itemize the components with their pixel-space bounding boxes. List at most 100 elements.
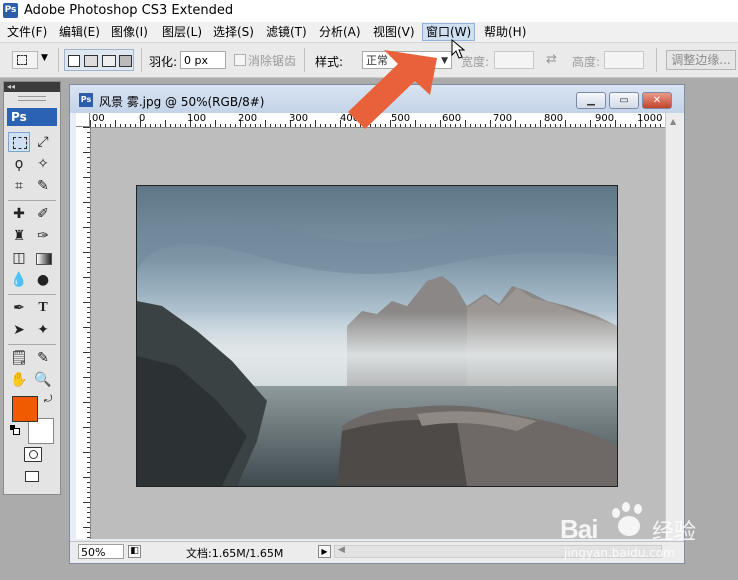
menu-file[interactable]: 文件(F) <box>4 24 50 40</box>
style-select[interactable]: 正常 ▼ <box>362 51 452 69</box>
maximize-icon: ▭ <box>619 95 629 106</box>
move-icon: ⤢ <box>37 134 49 150</box>
vertical-scrollbar[interactable]: ▲ <box>665 113 683 539</box>
eyedropper-slice-tool[interactable]: ✎ <box>32 176 54 196</box>
refine-edge-button[interactable]: 调整边缘... <box>666 50 736 70</box>
subtract-selection-icon[interactable] <box>102 55 116 67</box>
zoom-level-input[interactable]: 50% <box>78 544 124 559</box>
type-tool[interactable]: T <box>32 298 54 318</box>
brush-icon: ✐ <box>37 206 49 222</box>
swap-dimensions-icon[interactable]: ⇄ <box>546 52 557 67</box>
note-icon: 🗒 <box>10 350 28 366</box>
canvas-image[interactable] <box>136 185 618 487</box>
horizontal-ruler[interactable]: 00 0 100 200 300 400 500 600 700 800 900… <box>90 113 665 128</box>
document-size-info: 文档:1.65M/1.65M <box>186 547 284 560</box>
foreground-color-swatch[interactable] <box>12 396 38 422</box>
document-title-bar[interactable]: Ps 风景 雾.jpg @ 50%(RGB/8#) ▁ ▭ ✕ <box>70 85 684 113</box>
status-menu-arrow-icon[interactable]: ▶ <box>318 545 331 558</box>
dodge-tool[interactable]: ● <box>32 270 54 290</box>
shape-icon: ✦ <box>37 322 49 338</box>
options-bar: ▼ 羽化: 0 px 消除锯齿 样式: 正常 ▼ 宽度: ⇄ 高度: 调整边缘.… <box>0 43 738 78</box>
menu-filter[interactable]: 滤镜(T) <box>263 24 310 40</box>
menu-help[interactable]: 帮助(H) <box>481 24 529 40</box>
close-icon: ✕ <box>652 95 662 106</box>
scroll-up-icon[interactable]: ▲ <box>670 117 676 126</box>
hand-icon: ✋ <box>10 372 28 388</box>
menu-window[interactable]: 窗口(W) <box>422 23 476 41</box>
clone-stamp-tool[interactable]: ♜ <box>8 226 30 246</box>
app-title: Adobe Photoshop CS3 Extended <box>24 3 234 18</box>
swap-colors-icon[interactable]: ⤾ <box>44 394 52 405</box>
vertical-ruler[interactable] <box>76 127 91 539</box>
antialias-checkbox[interactable] <box>234 54 246 66</box>
menu-layer[interactable]: 图层(L) <box>159 24 205 40</box>
crop-tool[interactable]: ⌗ <box>8 176 30 196</box>
default-colors-icon[interactable] <box>10 425 20 435</box>
ruler-label: 700 <box>493 113 513 124</box>
quick-mask-icon <box>24 447 42 462</box>
menu-select[interactable]: 选择(S) <box>210 24 257 40</box>
minimize-icon: ▁ <box>587 95 595 106</box>
new-selection-icon[interactable] <box>68 55 80 67</box>
eraser-icon: ◫ <box>12 250 26 266</box>
eraser-tool[interactable]: ◫ <box>8 248 30 268</box>
zoom-tool[interactable]: 🔍 <box>32 370 54 390</box>
tools-panel: ◂◂ Ps ⤢ ϙ ✧ ⌗ ✎ ✚ ✐ ♜ ✑ ◫ 💧 ● ✒ T ➤ ✦ 🗒 … <box>3 81 61 495</box>
watermark-url: jingyan.baidu.com <box>564 546 675 560</box>
ruler-ticks <box>83 127 90 538</box>
history-brush-tool[interactable]: ✑ <box>32 226 54 246</box>
rectangular-marquee-tool[interactable] <box>8 132 30 152</box>
watermark-brand: Bai <box>560 514 598 544</box>
hand-tool[interactable]: ✋ <box>8 370 30 390</box>
blur-tool[interactable]: 💧 <box>8 270 30 290</box>
screen-mode-button[interactable] <box>21 467 43 487</box>
chevron-down-icon[interactable]: ▼ <box>41 53 48 63</box>
move-tool[interactable]: ⤢ <box>32 132 54 152</box>
minimize-button[interactable]: ▁ <box>576 92 606 109</box>
menu-edit[interactable]: 编辑(E) <box>56 24 103 40</box>
width-input[interactable] <box>494 51 534 69</box>
brush-tool[interactable]: ✐ <box>32 204 54 224</box>
history-brush-icon: ✑ <box>37 228 49 244</box>
maximize-button[interactable]: ▭ <box>609 92 639 109</box>
ruler-origin[interactable] <box>76 113 90 127</box>
healing-brush-tool[interactable]: ✚ <box>8 204 30 224</box>
quick-mask-button[interactable] <box>21 444 43 464</box>
eyedropper-tool[interactable]: ✎ <box>32 348 54 368</box>
path-selection-tool[interactable]: ➤ <box>8 320 30 340</box>
status-options-icon[interactable]: ◧ <box>128 545 141 558</box>
crop-icon: ⌗ <box>15 178 23 194</box>
panel-grip[interactable] <box>18 96 46 101</box>
feather-input[interactable]: 0 px <box>180 51 226 69</box>
tool-preset-picker[interactable] <box>12 51 38 69</box>
divider <box>8 344 56 345</box>
close-button[interactable]: ✕ <box>642 92 672 109</box>
ruler-label: 600 <box>442 113 462 124</box>
custom-shape-tool[interactable]: ✦ <box>32 320 54 340</box>
magic-wand-tool[interactable]: ✧ <box>32 154 54 174</box>
menu-bar: 文件(F) 编辑(E) 图像(I) 图层(L) 选择(S) 滤镜(T) 分析(A… <box>0 22 738 43</box>
menu-image[interactable]: 图像(I) <box>108 24 151 40</box>
lasso-tool[interactable]: ϙ <box>8 154 30 174</box>
intersect-selection-icon[interactable] <box>119 55 132 67</box>
gradient-icon <box>36 253 52 265</box>
menu-view[interactable]: 视图(V) <box>370 24 418 40</box>
scroll-left-icon[interactable]: ◀ <box>338 545 345 555</box>
collapse-icon[interactable]: ◂◂ <box>4 82 60 92</box>
ruler-label: 300 <box>289 113 309 124</box>
notes-tool[interactable]: 🗒 <box>8 348 30 368</box>
dodge-icon: ● <box>36 272 50 288</box>
magnifier-icon: 🔍 <box>34 372 52 388</box>
pen-tool[interactable]: ✒ <box>8 298 30 318</box>
selection-mode-group <box>64 49 134 71</box>
ruler-label: 100 <box>187 113 207 124</box>
add-selection-icon[interactable] <box>84 55 98 67</box>
ruler-label: 900 <box>595 113 615 124</box>
paw-icon <box>610 502 650 540</box>
height-label: 高度: <box>572 55 601 69</box>
menu-analysis[interactable]: 分析(A) <box>316 24 364 40</box>
height-input[interactable] <box>604 51 644 69</box>
screen-mode-icon <box>25 471 39 482</box>
gradient-tool[interactable] <box>32 248 54 268</box>
ruler-label: 0 <box>139 113 146 124</box>
